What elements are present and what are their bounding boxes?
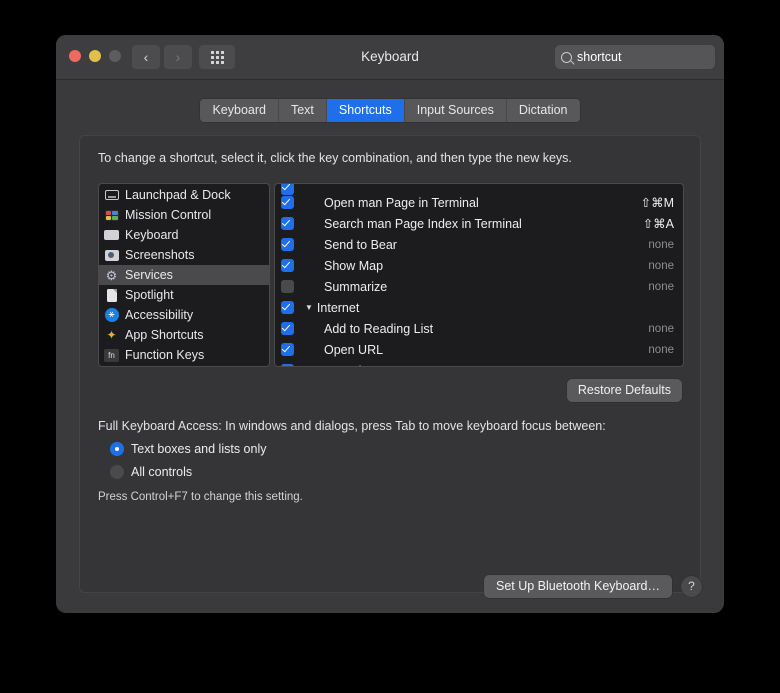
- set-up-bluetooth-keyboard-button[interactable]: Set Up Bluetooth Keyboard…: [484, 575, 672, 598]
- table-row[interactable]: Open man Page in Terminal ⇧⌘M: [275, 192, 683, 213]
- window-titlebar: ‹ › Keyboard ✕: [56, 35, 724, 80]
- sidebar-item-label: Accessibility: [125, 308, 194, 322]
- group-name: Internet: [316, 300, 360, 315]
- full-keyboard-access-note: Press Control+F7 to change this setting.: [98, 491, 303, 503]
- shortcut-key[interactable]: none: [648, 281, 674, 293]
- shortcut-key[interactable]: none: [648, 323, 674, 335]
- shortcut-key[interactable]: none: [648, 344, 674, 356]
- table-row[interactable]: Show Map none: [275, 255, 683, 276]
- shortcut-label: Add to Reading List: [324, 321, 434, 336]
- shortcut-checkbox[interactable]: [281, 322, 294, 335]
- shortcut-checkbox[interactable]: [281, 196, 294, 209]
- tab-text[interactable]: Text: [278, 99, 327, 122]
- sidebar-item-label: App Shortcuts: [125, 328, 204, 342]
- full-keyboard-access-section: Full Keyboard Access: In windows and dia…: [98, 419, 682, 503]
- table-row-group[interactable]: ▼ Internet: [275, 297, 683, 318]
- full-keyboard-access-title: Full Keyboard Access: In windows and dia…: [98, 419, 606, 433]
- shortcut-label: Send to Bear: [324, 237, 397, 252]
- keyboard-icon: [104, 228, 119, 243]
- instruction-text: To change a shortcut, select it, click t…: [98, 151, 572, 165]
- shortcut-checkbox[interactable]: [281, 184, 294, 195]
- accessibility-icon: ⚹: [104, 308, 119, 323]
- shortcut-label: Search man Page Index in Terminal: [324, 216, 522, 231]
- table-row[interactable]: Send to Bear none: [275, 234, 683, 255]
- shortcut-key[interactable]: none: [648, 260, 674, 272]
- shortcut-key[interactable]: none: [648, 239, 674, 251]
- shortcut-checkbox[interactable]: [281, 301, 294, 314]
- sidebar-item-spotlight[interactable]: Spotlight: [99, 285, 269, 305]
- screenshots-icon: [104, 248, 119, 263]
- table-row[interactable]: Summarize none: [275, 276, 683, 297]
- tab-input-sources[interactable]: Input Sources: [404, 99, 507, 122]
- radio-label: All controls: [131, 465, 193, 479]
- shortcut-label: Show Map: [324, 258, 384, 273]
- shortcut-label: Summarize: [324, 279, 388, 294]
- sidebar-item-screenshots[interactable]: Screenshots: [99, 245, 269, 265]
- chevron-down-icon[interactable]: ▼: [305, 303, 313, 312]
- table-row[interactable]: Search man Page Index in Terminal ⇧⌘A: [275, 213, 683, 234]
- shortcuts-list[interactable]: Open man Page in Terminal ⇧⌘M Search man…: [274, 183, 684, 367]
- lists-container: Launchpad & Dock Mission Control Keyboar…: [98, 183, 684, 367]
- sidebar-item-label: Mission Control: [125, 208, 212, 222]
- document-icon: [104, 288, 119, 303]
- category-list[interactable]: Launchpad & Dock Mission Control Keyboar…: [98, 183, 270, 367]
- dock-icon: [104, 188, 119, 203]
- sidebar-item-mission-control[interactable]: Mission Control: [99, 205, 269, 225]
- keyboard-preferences-window: ‹ › Keyboard ✕ Keyboard Text Shortcuts I…: [56, 35, 724, 613]
- mission-control-icon: [104, 208, 119, 223]
- window-footer: Set Up Bluetooth Keyboard… ?: [484, 575, 702, 598]
- shortcut-checkbox[interactable]: [281, 364, 294, 366]
- table-row[interactable]: [275, 184, 683, 195]
- gear-icon: ⚙: [105, 267, 118, 283]
- search-input[interactable]: [577, 50, 724, 64]
- table-row[interactable]: Open URL none: [275, 339, 683, 360]
- search-field[interactable]: ✕: [555, 45, 724, 69]
- sidebar-item-label: Spotlight: [125, 288, 174, 302]
- shortcut-checkbox[interactable]: [281, 343, 294, 356]
- sidebar-item-label: Launchpad & Dock: [125, 188, 231, 202]
- sidebar-item-function-keys[interactable]: fn Function Keys: [99, 345, 269, 365]
- tab-shortcuts[interactable]: Shortcuts: [326, 99, 405, 122]
- group-label: ▼ Internet: [299, 301, 674, 315]
- help-button[interactable]: ?: [681, 576, 702, 597]
- fn-icon: fn: [104, 348, 119, 363]
- shortcut-checkbox[interactable]: [281, 217, 294, 230]
- sidebar-item-label: Services: [125, 268, 173, 282]
- sidebar-item-label: Screenshots: [125, 248, 195, 262]
- shortcut-key[interactable]: ⇧⌘M: [641, 195, 674, 210]
- shortcuts-panel: To change a shortcut, select it, click t…: [79, 135, 701, 593]
- group-name: General: [317, 364, 361, 367]
- shortcut-label: Open URL: [324, 342, 384, 357]
- search-icon: [561, 51, 572, 63]
- shortcut-label: Open man Page in Terminal: [324, 195, 479, 210]
- shortcut-key[interactable]: ⇧⌘A: [643, 216, 674, 231]
- shortcut-checkbox[interactable]: [281, 238, 294, 251]
- sidebar-item-label: Keyboard: [125, 228, 179, 242]
- tab-group: Keyboard Text Shortcuts Input Sources Di…: [200, 99, 580, 122]
- table-row-group[interactable]: ▼ General: [275, 360, 683, 366]
- sidebar-item-label: Function Keys: [125, 348, 205, 362]
- radio-label: Text boxes and lists only: [131, 442, 267, 456]
- radio-all-controls[interactable]: All controls: [98, 465, 682, 479]
- radio-indicator[interactable]: [110, 465, 124, 479]
- table-row[interactable]: Add to Reading List none: [275, 318, 683, 339]
- tab-bar: Keyboard Text Shortcuts Input Sources Di…: [56, 80, 724, 135]
- shortcut-checkbox[interactable]: [281, 259, 294, 272]
- radio-indicator[interactable]: [110, 442, 124, 456]
- sidebar-item-accessibility[interactable]: ⚹ Accessibility: [99, 305, 269, 325]
- shortcuts-scroll-area[interactable]: Open man Page in Terminal ⇧⌘M Search man…: [275, 184, 683, 366]
- tab-keyboard[interactable]: Keyboard: [200, 99, 279, 122]
- tab-dictation[interactable]: Dictation: [506, 99, 580, 122]
- app-shortcuts-icon: ✦: [106, 328, 117, 342]
- sidebar-item-launchpad-dock[interactable]: Launchpad & Dock: [99, 185, 269, 205]
- radio-text-boxes-and-lists[interactable]: Text boxes and lists only: [98, 442, 682, 456]
- sidebar-item-services[interactable]: ⚙ Services: [99, 265, 269, 285]
- sidebar-item-keyboard[interactable]: Keyboard: [99, 225, 269, 245]
- shortcut-checkbox[interactable]: [281, 280, 294, 293]
- restore-defaults-button[interactable]: Restore Defaults: [566, 379, 682, 402]
- sidebar-item-app-shortcuts[interactable]: ✦ App Shortcuts: [99, 325, 269, 345]
- group-label: ▼ General: [299, 364, 674, 367]
